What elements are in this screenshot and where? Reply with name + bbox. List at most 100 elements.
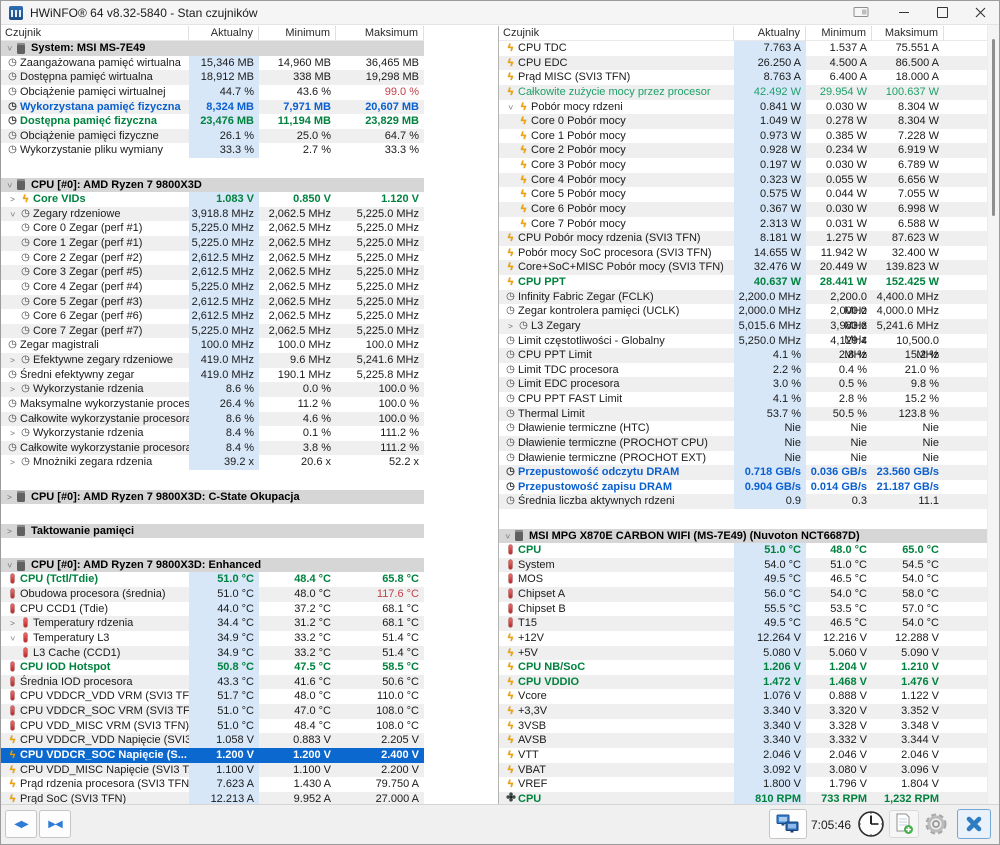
sensor-row[interactable]: ϟ+5V5.080 V5.060 V5.090 V xyxy=(499,646,989,661)
chevron-right-icon[interactable]: > xyxy=(6,455,19,470)
sensor-row[interactable]: ◷Dławienie termiczne (PROCHOT EXT)NieNie… xyxy=(499,451,989,466)
sensor-row[interactable]: ◷Całkowite wykorzystanie procesora8.4 %3… xyxy=(1,441,424,456)
sensor-row[interactable]: L3 Cache (CCD1)34.9 °C33.2 °C51.4 °C xyxy=(1,646,424,661)
sensor-row[interactable]: ◷Maksymalne wykorzystanie proces...26.4 … xyxy=(1,397,424,412)
start-logging-button[interactable] xyxy=(889,810,919,838)
sensor-row[interactable]: >Temperatury L334.9 °C33.2 °C51.4 °C xyxy=(1,631,424,646)
remote-monitoring-button[interactable] xyxy=(769,809,807,839)
sensor-row[interactable]: >◷Efektywne zegary rdzeniowe419.0 MHz9.6… xyxy=(1,353,424,368)
sensor-row[interactable]: ◷Core 0 Zegar (perf #1)5,225.0 MHz2,062.… xyxy=(1,221,424,236)
sensor-row[interactable]: ◷Zegar kontrolera pamięci (UCLK)2,000.0 … xyxy=(499,304,989,319)
sensor-row[interactable]: CPU (Tctl/Tdie)51.0 °C48.4 °C65.8 °C xyxy=(1,572,424,587)
sensor-row[interactable]: ◷Wykorzystanie pliku wymiany33.3 %2.7 %3… xyxy=(1,143,424,158)
column-header-sensor[interactable]: Czujnik xyxy=(1,26,189,41)
column-header-sensor[interactable]: Czujnik xyxy=(499,26,734,41)
sensor-row[interactable]: ◷Limit częstotliwości - Globalny5,250.0 … xyxy=(499,334,989,349)
sensor-row[interactable]: T1549.5 °C46.5 °C54.0 °C xyxy=(499,616,989,631)
sensor-row[interactable]: ϟCore 4 Pobór mocy0.323 W0.055 W6.656 W xyxy=(499,173,989,188)
sensor-row[interactable]: ◷CPU PPT FAST Limit4.1 %2.8 %15.2 % xyxy=(499,392,989,407)
scrollbar-thumb[interactable] xyxy=(992,39,995,216)
sensor-row[interactable]: ◷Obciążenie pamięci wirtualnej44.7 %43.6… xyxy=(1,85,424,100)
window-layout-icon[interactable] xyxy=(847,1,875,23)
sensor-row[interactable]: ◷Core 5 Zegar (perf #3)2,612.5 MHz2,062.… xyxy=(1,295,424,310)
close-button[interactable] xyxy=(961,1,1000,23)
sensor-row[interactable]: ϟCPU VDD_MISC Napięcie (SVI3 T...1.100 V… xyxy=(1,763,424,778)
column-header-max[interactable]: Maksimum xyxy=(872,26,944,41)
sensor-row[interactable]: ◷Zegar magistrali100.0 MHz100.0 MHz100.0… xyxy=(1,338,424,353)
sensor-row[interactable]: ◷Core 3 Zegar (perf #5)2,612.5 MHz2,062.… xyxy=(1,265,424,280)
sensor-row[interactable]: >ϟPobór mocy rdzeni0.841 W0.030 W8.304 W xyxy=(499,100,989,115)
sensor-row[interactable]: ϟ+12V12.264 V12.216 V12.288 V xyxy=(499,631,989,646)
chevron-right-icon[interactable]: > xyxy=(6,192,19,207)
sensor-row[interactable]: ϟCPU EDC26.250 A4.500 A86.500 A xyxy=(499,56,989,71)
sensor-row[interactable]: ◷Średnia liczba aktywnych rdzeni0.90.311… xyxy=(499,494,989,509)
close-sensors-button[interactable] xyxy=(957,809,991,839)
sensor-row[interactable]: ◷Core 4 Zegar (perf #4)5,225.0 MHz2,062.… xyxy=(1,280,424,295)
minimize-button[interactable] xyxy=(885,1,923,23)
sensor-row[interactable]: ϟVREF1.800 V1.796 V1.804 V xyxy=(499,777,989,792)
sensor-row[interactable]: ϟVBAT3.092 V3.080 V3.096 V xyxy=(499,763,989,778)
sensor-row[interactable]: ϟCPU VDDIO1.472 V1.468 V1.476 V xyxy=(499,675,989,690)
sensor-row[interactable]: ◷Przepustowość zapisu DRAM0.904 GB/s0.01… xyxy=(499,480,989,495)
sensor-row[interactable]: >◷Zegary rdzeniowe3,918.8 MHz2,062.5 MHz… xyxy=(1,207,424,222)
sensor-row[interactable]: CPU51.0 °C48.0 °C65.0 °C xyxy=(499,543,989,558)
sensor-row[interactable]: ◷Średni efektywny zegar419.0 MHz190.1 MH… xyxy=(1,368,424,383)
chevron-down-icon[interactable]: > xyxy=(2,42,17,55)
settings-gear-icon[interactable] xyxy=(923,811,949,837)
sensor-row[interactable]: ϟVTT2.046 V2.046 V2.046 V xyxy=(499,748,989,763)
sensor-row[interactable]: ◷Dławienie termiczne (HTC)NieNieNie xyxy=(499,421,989,436)
sensor-row[interactable]: ◷Wykorzystana pamięć fizyczna8,324 MB7,9… xyxy=(1,100,424,115)
sensor-row[interactable]: ϟCore 3 Pobór mocy0.197 W0.030 W6.789 W xyxy=(499,158,989,173)
sensor-row[interactable]: >Temperatury rdzenia34.4 °C31.2 °C68.1 °… xyxy=(1,616,424,631)
sensor-row[interactable]: ◷Limit EDC procesora3.0 %0.5 %9.8 % xyxy=(499,377,989,392)
sensor-row[interactable]: ϟPrąd MISC (SVI3 TFN)8.763 A6.400 A18.00… xyxy=(499,70,989,85)
sensor-row[interactable]: ◷Thermal Limit53.7 %50.5 %123.8 % xyxy=(499,407,989,422)
sensor-row[interactable]: Chipset A56.0 °C54.0 °C58.0 °C xyxy=(499,587,989,602)
chevron-down-icon[interactable]: > xyxy=(5,208,20,221)
section-header[interactable]: >Taktowanie pamięci xyxy=(1,524,424,539)
chevron-right-icon[interactable]: > xyxy=(6,382,19,397)
sensor-row[interactable]: ϟCore+SoC+MISC Pobór mocy (SVI3 TFN)32.4… xyxy=(499,260,989,275)
sensor-row[interactable]: CPU CCD1 (Tdie)44.0 °C37.2 °C68.1 °C xyxy=(1,602,424,617)
sensor-row[interactable]: >◷Wykorzystanie rdzenia8.4 %0.1 %111.2 % xyxy=(1,426,424,441)
sensor-row[interactable]: ϟCPU TDC7.763 A1.537 A75.551 A xyxy=(499,41,989,56)
sensor-row[interactable]: CPU VDDCR_VDD VRM (SVI3 TFN)51.7 °C48.0 … xyxy=(1,689,424,704)
sensor-row[interactable]: ϟCore 0 Pobór mocy1.049 W0.278 W8.304 W xyxy=(499,114,989,129)
section-header[interactable]: >CPU [#0]: AMD Ryzen 7 9800X3D: C-State … xyxy=(1,490,424,505)
sensor-row[interactable]: >ϟCore VIDs1.083 V0.850 V1.120 V xyxy=(1,192,424,207)
sensor-row[interactable]: ϟCałkowite zużycie mocy przez procesor42… xyxy=(499,85,989,100)
section-header[interactable]: >System: MSI MS-7E49 xyxy=(1,41,424,56)
section-header[interactable]: >CPU [#0]: AMD Ryzen 7 9800X3D xyxy=(1,178,424,193)
sensor-row[interactable]: ◷Przepustowość odczytu DRAM0.718 GB/s0.0… xyxy=(499,465,989,480)
maximize-button[interactable] xyxy=(923,1,961,23)
column-header-min[interactable]: Minimum xyxy=(259,26,336,41)
chevron-down-icon[interactable]: > xyxy=(2,178,17,191)
sensor-row[interactable]: ϟCore 1 Pobór mocy0.973 W0.385 W7.228 W xyxy=(499,129,989,144)
sensor-row[interactable]: System54.0 °C51.0 °C54.5 °C xyxy=(499,558,989,573)
chevron-down-icon[interactable]: > xyxy=(500,529,515,542)
sensor-row[interactable]: ◷Infinity Fabric Zegar (FCLK)2,200.0 MHz… xyxy=(499,290,989,305)
chevron-right-icon[interactable]: > xyxy=(6,616,19,631)
sensor-row[interactable]: >◷Wykorzystanie rdzenia8.6 %0.0 %100.0 % xyxy=(1,382,424,397)
sensor-row[interactable]: ◷Obciążenie pamięci fizyczne26.1 %25.0 %… xyxy=(1,129,424,144)
chevron-right-icon[interactable]: > xyxy=(3,490,16,505)
sensor-row[interactable]: CPU VDDCR_SOC VRM (SVI3 TFN)51.0 °C47.0 … xyxy=(1,704,424,719)
analog-clock-icon[interactable] xyxy=(857,810,885,838)
column-header-max[interactable]: Maksimum xyxy=(336,26,424,41)
sensor-row[interactable]: ϟ+3,3V3.340 V3.320 V3.352 V xyxy=(499,704,989,719)
sensor-row[interactable]: CPU IOD Hotspot50.8 °C47.5 °C58.5 °C xyxy=(1,660,424,675)
sensor-row[interactable]: ϟCPU VDDCR_SOC Napięcie (S...1.200 V1.20… xyxy=(1,748,424,763)
sensor-row[interactable]: ϟCPU PPT40.637 W28.441 W152.425 W xyxy=(499,275,989,290)
sensor-row[interactable]: ◷CPU PPT Limit4.1 %2.8 %15.2 % xyxy=(499,348,989,363)
sensor-row[interactable]: ϟVcore1.076 V0.888 V1.122 V xyxy=(499,689,989,704)
section-header[interactable]: >CPU [#0]: AMD Ryzen 7 9800X3D: Enhanced xyxy=(1,558,424,573)
sensor-row[interactable]: ◷Core 6 Zegar (perf #6)2,612.5 MHz2,062.… xyxy=(1,309,424,324)
sensor-row[interactable]: ◷Zaangażowana pamięć wirtualna15,346 MB1… xyxy=(1,56,424,71)
sensor-row[interactable]: ϟ3VSB3.340 V3.328 V3.348 V xyxy=(499,719,989,734)
sensor-row[interactable]: ϟAVSB3.340 V3.332 V3.344 V xyxy=(499,733,989,748)
sensor-row[interactable]: ◷Core 1 Zegar (perf #1)5,225.0 MHz2,062.… xyxy=(1,236,424,251)
sensor-row[interactable]: ϟPrąd rdzenia procesora (SVI3 TFN)7.623 … xyxy=(1,777,424,792)
sensor-row[interactable]: MOS49.5 °C46.5 °C54.0 °C xyxy=(499,572,989,587)
chevron-right-icon[interactable]: > xyxy=(6,353,19,368)
chevron-down-icon[interactable]: > xyxy=(5,632,20,645)
